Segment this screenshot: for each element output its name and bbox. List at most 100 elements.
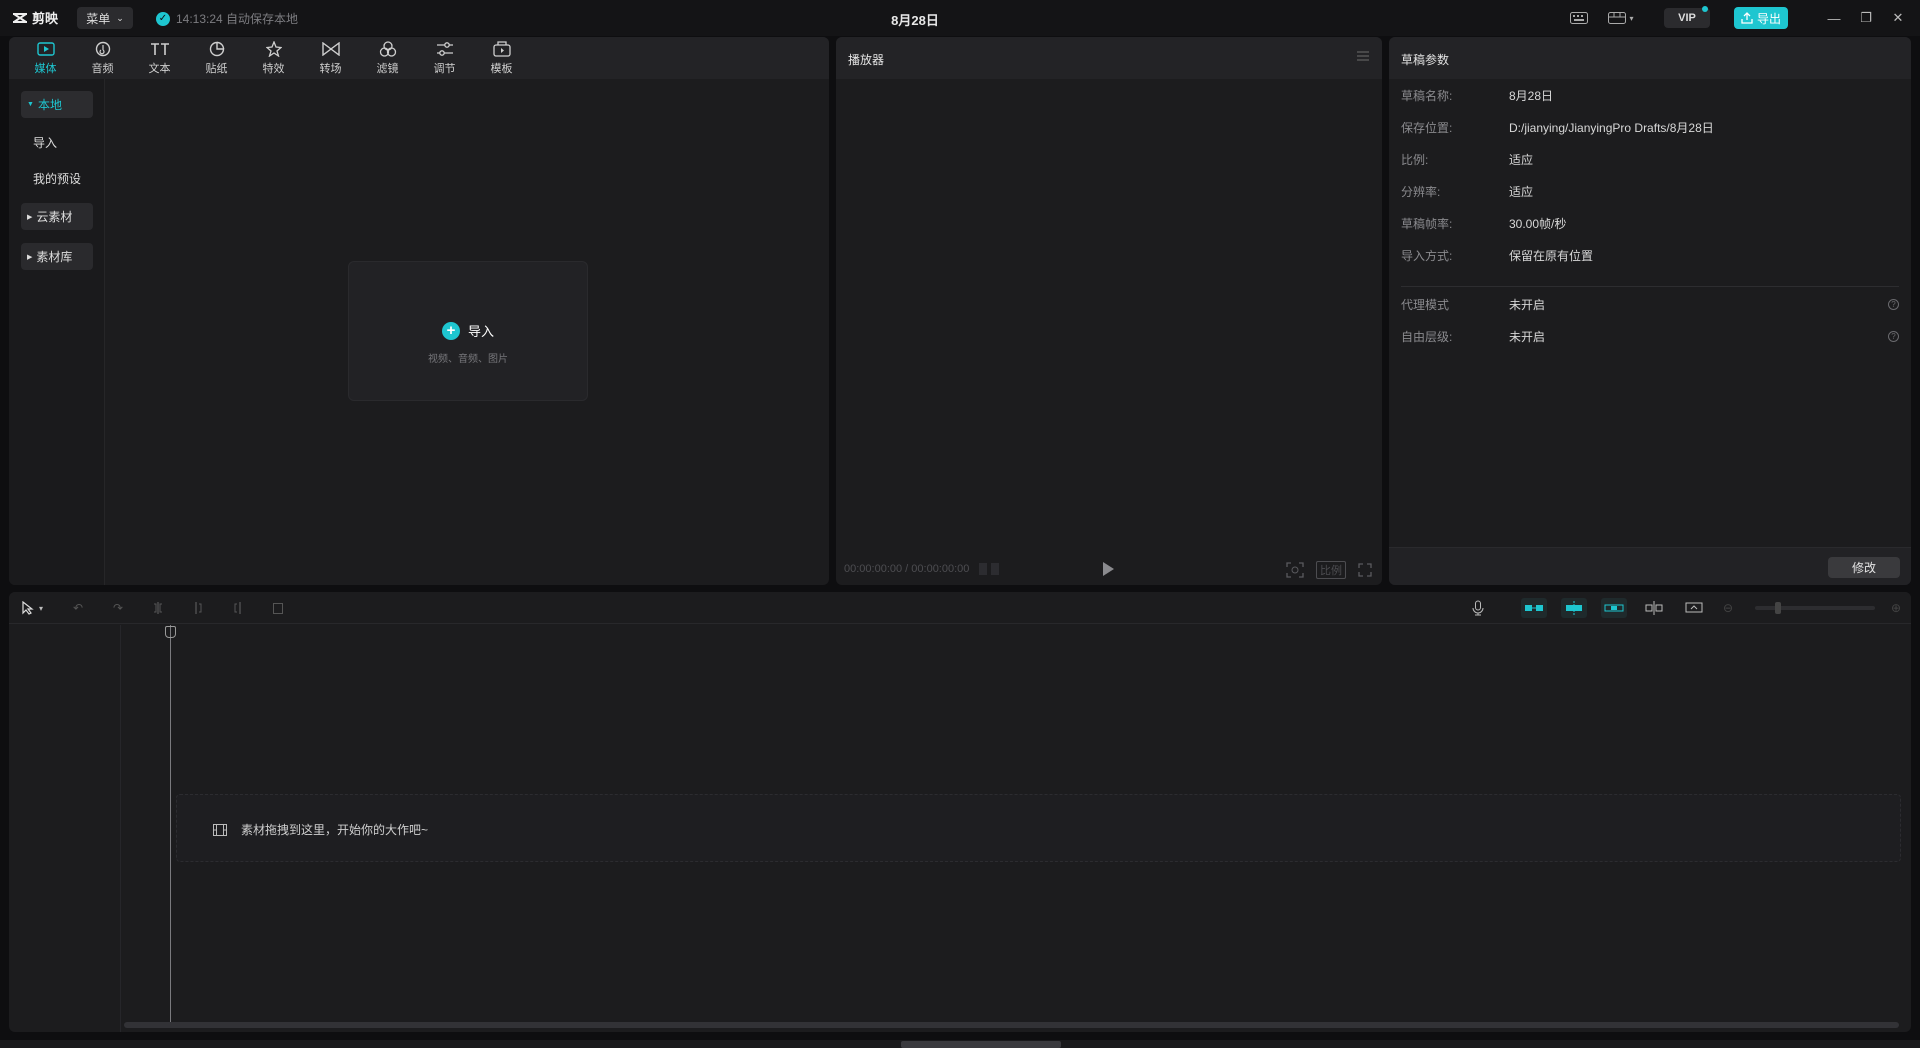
tab-label: 媒体 <box>34 63 57 75</box>
sidebar-item-cloud[interactable]: ▶ 云素材 <box>21 203 93 230</box>
trim-right-icon[interactable] <box>229 599 247 617</box>
title-bar-right: ▾ VIP 导出 — ❐ ✕ <box>1568 0 1920 36</box>
restore-icon[interactable]: ❐ <box>1850 0 1882 36</box>
sidebar-item-local[interactable]: ▼ 本地 <box>21 91 93 118</box>
caret-right-icon: ▶ <box>27 253 33 261</box>
import-dropzone[interactable]: + 导入 视频、音频、图片 <box>348 261 588 401</box>
tab-filter[interactable]: 滤镜 <box>359 37 416 79</box>
tab-label: 特效 <box>262 63 285 75</box>
upload-icon <box>1741 12 1753 24</box>
transition-icon <box>321 40 341 58</box>
zoom-out-icon[interactable]: ⊖ <box>1721 598 1735 618</box>
help-icon[interactable]: ? <box>1888 299 1899 310</box>
params-title: 草稿参数 <box>1401 53 1450 67</box>
markers-icon[interactable] <box>978 562 1000 576</box>
import-subtext: 视频、音频、图片 <box>428 354 508 365</box>
main-track-magnet-icon[interactable] <box>1521 598 1547 618</box>
caret-right-icon: ▶ <box>27 213 33 221</box>
tab-media[interactable]: 媒体 <box>17 37 74 79</box>
param-value: D:/jianying/JianyingPro Drafts/8月28日 <box>1509 121 1714 135</box>
export-button[interactable]: 导出 <box>1734 7 1788 29</box>
vip-button[interactable]: VIP <box>1664 6 1710 28</box>
template-icon <box>492 40 512 58</box>
draft-params-panel: 草稿参数 草稿名称: 8月28日 保存位置: D:/jianying/Jiany… <box>1389 37 1911 585</box>
layout-icon[interactable]: ▾ <box>1604 10 1638 26</box>
effects-icon <box>264 40 284 58</box>
dropzone-text: 素材拖拽到这里，开始你的大作吧~ <box>241 823 429 837</box>
param-value: 保留在原有位置 <box>1509 249 1594 263</box>
delete-icon[interactable] <box>269 599 287 617</box>
vip-label: VIP <box>1678 12 1696 24</box>
sidebar-item-import[interactable]: 导入 <box>27 129 99 156</box>
linkage-icon[interactable] <box>1601 598 1627 618</box>
sidebar-cloud-label: 云素材 <box>36 210 73 224</box>
param-value: 30.00帧/秒 <box>1509 217 1567 231</box>
param-key: 比例: <box>1401 153 1429 167</box>
sidebar-item-library[interactable]: ▶ 素材库 <box>21 243 93 270</box>
media-sidebar: ▼ 本地 导入 我的预设 ▶ 云素材 ▶ 素材库 <box>9 79 105 585</box>
sidebar-import-label: 导入 <box>33 136 58 150</box>
keyboard-shortcut-icon[interactable] <box>1568 10 1590 26</box>
param-key: 草稿帧率: <box>1401 217 1453 231</box>
ratio-button[interactable]: 比例 <box>1316 561 1346 579</box>
fullscreen-icon[interactable] <box>1358 563 1372 577</box>
timeline-scrollbar[interactable] <box>124 1022 1899 1028</box>
edit-tools: ▾ ↶ ↷ <box>17 599 287 617</box>
zoom-in-icon[interactable]: ⊕ <box>1889 598 1903 618</box>
timeline-dropzone[interactable]: 素材拖拽到这里，开始你的大作吧~ <box>176 794 1901 862</box>
param-key: 草稿名称: <box>1401 89 1453 103</box>
param-row-import-mode: 导入方式: 保留在原有位置 <box>1401 247 1899 267</box>
caret-down-icon: ▼ <box>27 101 34 108</box>
tab-template[interactable]: 模板 <box>473 37 530 79</box>
microphone-icon[interactable] <box>1465 598 1491 618</box>
player-panel: 播放器 00:00:00:00 / 00:00:00:00 比例 <box>836 37 1382 585</box>
title-bar: 剪映 菜单 ⌄ ✓ 14:13:24 自动保存本地 8月28日 ▾ VIP 导出… <box>0 0 1920 36</box>
help-icon[interactable]: ? <box>1888 331 1899 342</box>
tab-transition[interactable]: 转场 <box>302 37 359 79</box>
playhead-handle[interactable] <box>165 626 176 638</box>
bottom-scroll-thumb[interactable] <box>901 1041 1061 1048</box>
full-preview-icon[interactable] <box>1681 598 1707 618</box>
preview-axis-icon[interactable] <box>1641 598 1667 618</box>
tab-adjust[interactable]: 调节 <box>416 37 473 79</box>
param-row-location: 保存位置: D:/jianying/JianyingPro Drafts/8月2… <box>1401 119 1899 139</box>
select-cursor-icon[interactable]: ▾ <box>17 599 47 617</box>
undo-icon[interactable]: ↶ <box>69 599 87 617</box>
close-icon[interactable]: ✕ <box>1882 0 1914 36</box>
audio-icon <box>93 40 113 58</box>
param-key: 自由层级: <box>1401 330 1453 344</box>
redo-icon[interactable]: ↷ <box>109 599 127 617</box>
zoom-slider[interactable] <box>1755 602 1875 614</box>
tab-effects[interactable]: 特效 <box>245 37 302 79</box>
media-tabs: 媒体 音频 文本 贴纸 特效 转场 滤镜 调节 模板 <box>17 37 530 79</box>
media-tab-bar: 媒体 音频 文本 贴纸 特效 转场 滤镜 调节 模板 <box>9 37 829 79</box>
playhead-line <box>170 625 171 1026</box>
fit-screen-icon[interactable] <box>1286 562 1304 578</box>
minimize-icon[interactable]: — <box>1818 0 1850 36</box>
modify-button[interactable]: 修改 <box>1828 557 1900 578</box>
hamburger-menu-icon[interactable] <box>1356 49 1370 63</box>
param-row-proxy: 代理模式 未开启 ? <box>1401 296 1899 316</box>
zoom-slider-knob[interactable] <box>1775 602 1781 614</box>
sidebar-library-label: 素材库 <box>36 250 73 264</box>
play-icon[interactable] <box>1101 561 1115 577</box>
param-key: 导入方式: <box>1401 249 1453 263</box>
notification-dot <box>1702 6 1708 12</box>
tab-text[interactable]: 文本 <box>131 37 188 79</box>
tab-label: 模板 <box>490 63 513 75</box>
sidebar-item-presets[interactable]: 我的预设 <box>27 165 105 192</box>
timeline-toolbar: ▾ ↶ ↷ ⊖ ⊕ <box>9 592 1911 624</box>
tab-label: 贴纸 <box>205 63 228 75</box>
auto-snap-icon[interactable] <box>1561 598 1587 618</box>
timecode: 00:00:00:00 / 00:00:00:00 <box>844 563 970 575</box>
timeline-right-tools: ⊖ ⊕ <box>1465 598 1903 618</box>
tab-sticker[interactable]: 贴纸 <box>188 37 245 79</box>
tab-label: 音频 <box>91 63 114 75</box>
tab-label: 转场 <box>319 63 342 75</box>
param-key: 代理模式 <box>1401 298 1450 312</box>
adjust-icon <box>435 40 455 58</box>
trim-left-icon[interactable] <box>189 599 207 617</box>
tab-audio[interactable]: 音频 <box>74 37 131 79</box>
split-icon[interactable] <box>149 599 167 617</box>
media-panel: 媒体 音频 文本 贴纸 特效 转场 滤镜 调节 模板 ▼ 本地 导入 我的预设 ▶ 云素材 ▶ … <box>9 37 829 585</box>
